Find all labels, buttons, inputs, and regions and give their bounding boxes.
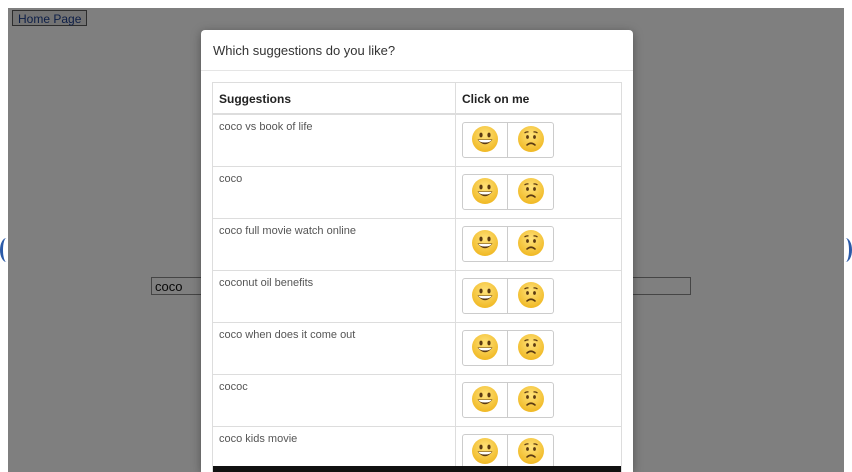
rating-cell xyxy=(455,374,622,427)
modal-body: Suggestions Click on me coco vs book of … xyxy=(201,71,633,472)
grinning-face-icon xyxy=(471,229,499,260)
rating-button-group xyxy=(462,122,554,158)
suggestion-text: coco vs book of life xyxy=(212,113,456,167)
grinning-face-icon xyxy=(471,177,499,208)
dislike-button[interactable] xyxy=(508,226,554,262)
dislike-button[interactable] xyxy=(508,278,554,314)
suggestion-text: coco full movie watch online xyxy=(212,218,456,271)
suggestion-text: coco when does it come out xyxy=(212,322,456,375)
dislike-button[interactable] xyxy=(508,330,554,366)
dislike-button[interactable] xyxy=(508,434,554,470)
table-row: coco full movie watch online xyxy=(212,218,622,271)
dislike-button[interactable] xyxy=(508,122,554,158)
rating-cell xyxy=(455,218,622,271)
frowning-face-icon xyxy=(517,333,545,364)
suggestions-modal: Which suggestions do you like? Suggestio… xyxy=(201,30,633,472)
rating-cell xyxy=(455,113,622,167)
click-column-header: Click on me xyxy=(455,82,622,115)
rating-button-group xyxy=(462,382,554,418)
suggestion-text: coco xyxy=(212,166,456,219)
table-header-row: Suggestions Click on me xyxy=(212,82,622,115)
dislike-button[interactable] xyxy=(508,382,554,418)
frowning-face-icon xyxy=(517,281,545,312)
suggestions-table-body: coco vs book of life coco coco full movi… xyxy=(212,113,622,472)
bottom-dark-bar xyxy=(213,466,621,472)
like-button[interactable] xyxy=(462,278,508,314)
table-row: coconut oil benefits xyxy=(212,270,622,323)
table-row: coco when does it come out xyxy=(212,322,622,375)
rating-button-group xyxy=(462,174,554,210)
frowning-face-icon xyxy=(517,177,545,208)
rating-button-group xyxy=(462,330,554,366)
table-row: coco xyxy=(212,166,622,219)
dislike-button[interactable] xyxy=(508,174,554,210)
frowning-face-icon xyxy=(517,385,545,416)
frowning-face-icon xyxy=(517,437,545,468)
table-row: cococ xyxy=(212,374,622,427)
modal-header: Which suggestions do you like? xyxy=(201,30,633,71)
frowning-face-icon xyxy=(517,229,545,260)
rating-button-group xyxy=(462,278,554,314)
like-button[interactable] xyxy=(462,330,508,366)
like-button[interactable] xyxy=(462,122,508,158)
rating-cell xyxy=(455,166,622,219)
suggestion-text: cococ xyxy=(212,374,456,427)
rating-button-group xyxy=(462,434,554,470)
grinning-face-icon xyxy=(471,437,499,468)
modal-title: Which suggestions do you like? xyxy=(213,42,396,58)
frowning-face-icon xyxy=(517,125,545,156)
suggestion-text: coconut oil benefits xyxy=(212,270,456,323)
table-row: coco vs book of life xyxy=(212,113,622,167)
like-button[interactable] xyxy=(462,382,508,418)
like-button[interactable] xyxy=(462,174,508,210)
rating-cell xyxy=(455,322,622,375)
suggestions-table: Suggestions Click on me coco vs book of … xyxy=(212,82,622,472)
grinning-face-icon xyxy=(471,125,499,156)
grinning-face-icon xyxy=(471,281,499,312)
like-button[interactable] xyxy=(462,434,508,470)
grinning-face-icon xyxy=(471,385,499,416)
grinning-face-icon xyxy=(471,333,499,364)
rating-button-group xyxy=(462,226,554,262)
rating-cell xyxy=(455,270,622,323)
suggestions-column-header: Suggestions xyxy=(212,82,456,115)
like-button[interactable] xyxy=(462,226,508,262)
